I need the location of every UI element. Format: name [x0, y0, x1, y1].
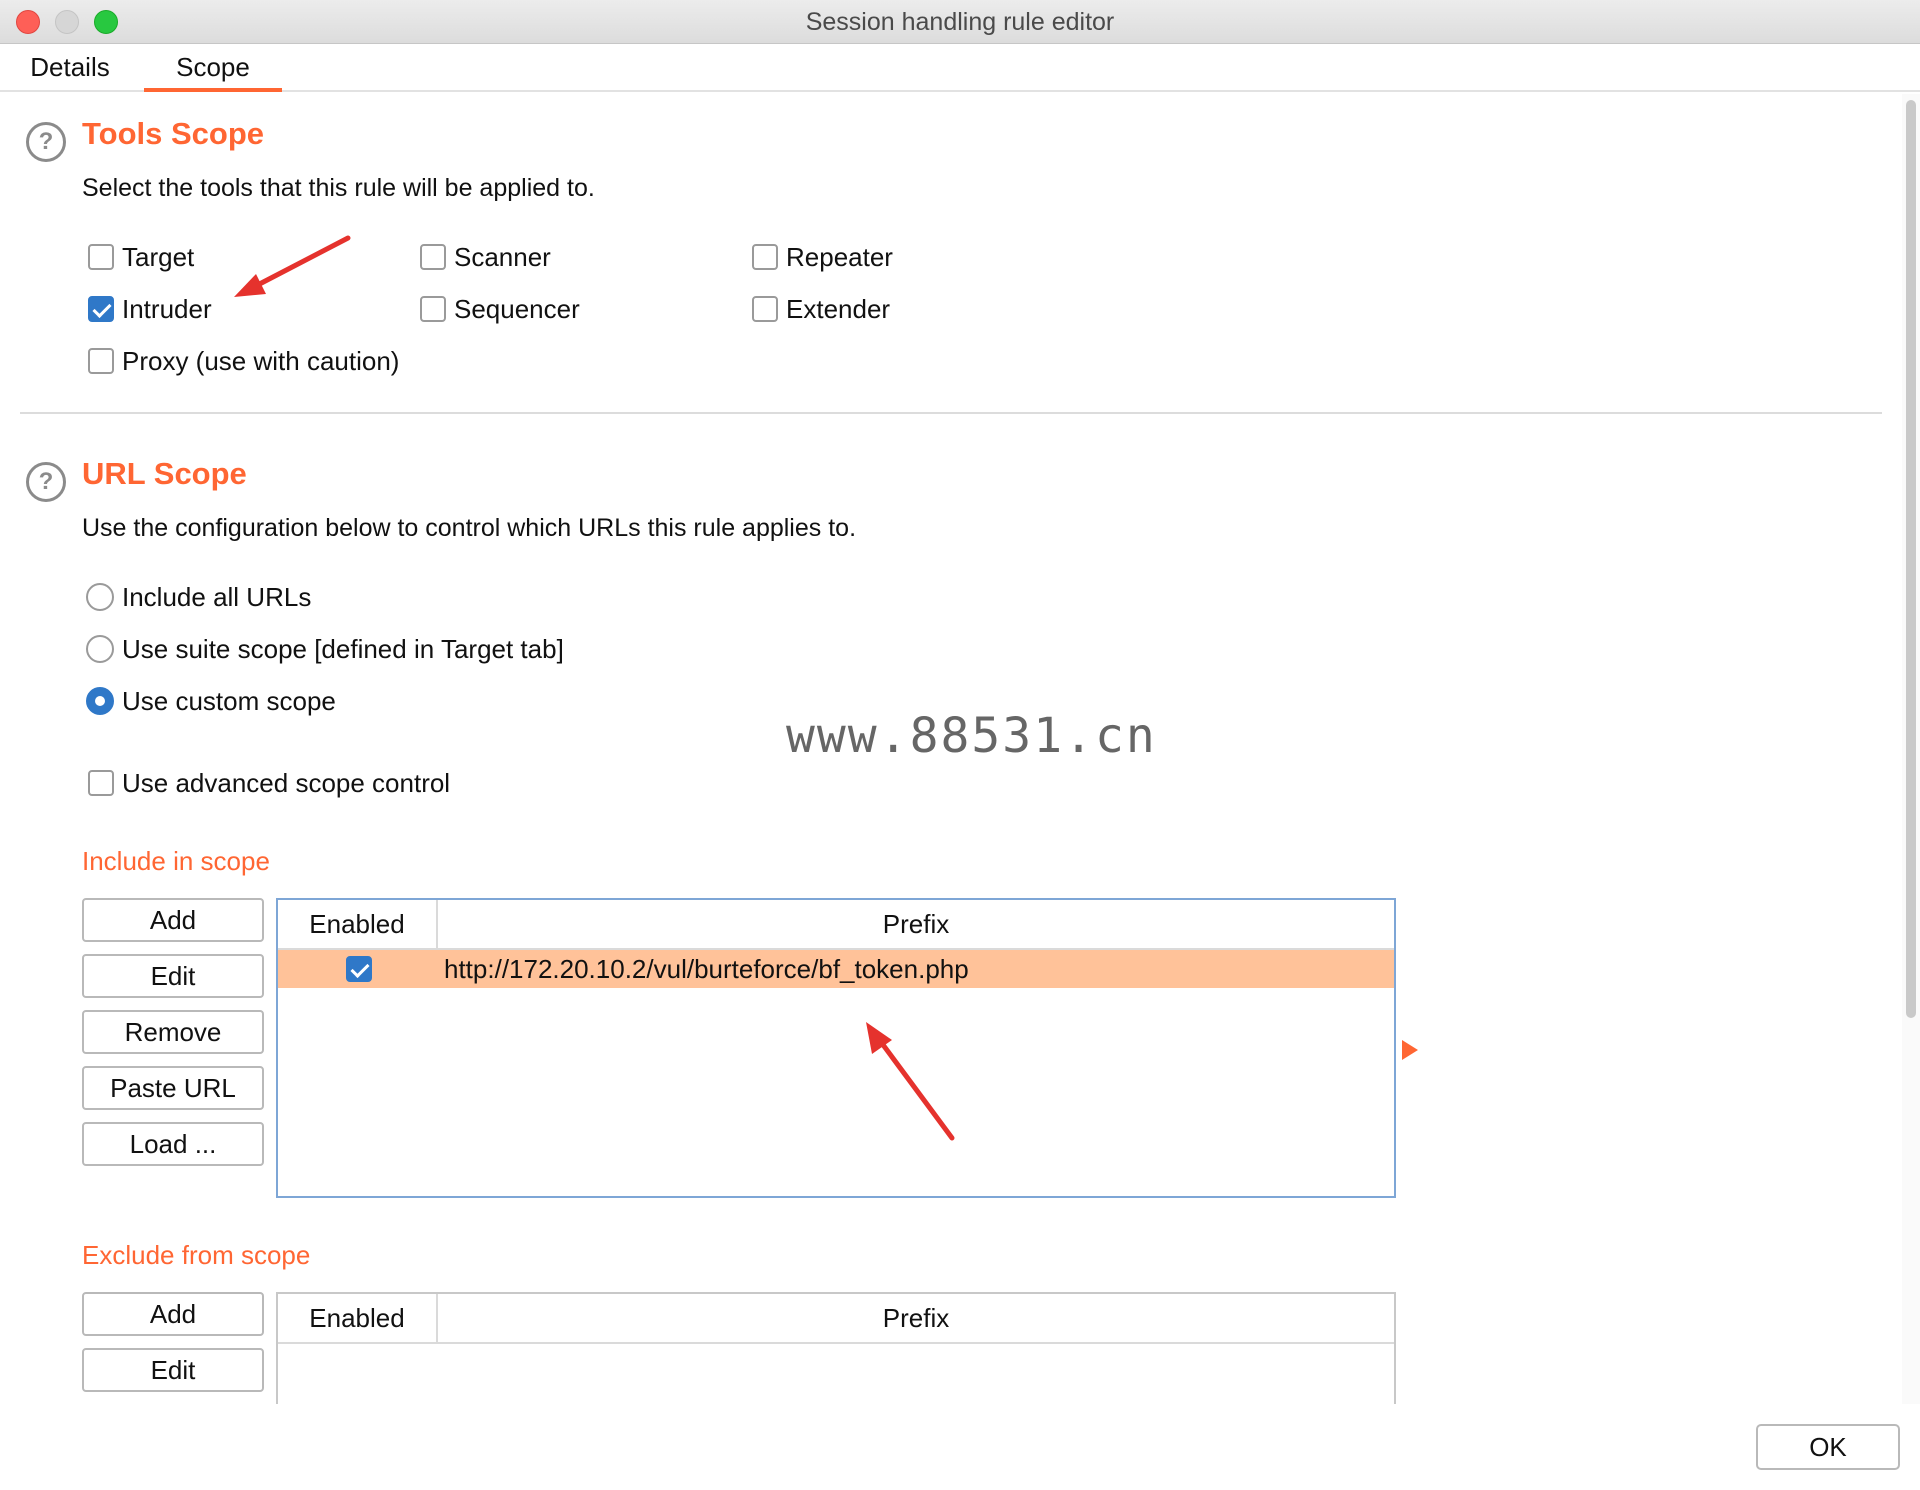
exclude-edit-button[interactable]: Edit	[82, 1348, 264, 1392]
tab-scope[interactable]: Scope	[144, 44, 282, 92]
tool-extender-label: Extender	[786, 293, 891, 324]
tool-target-label: Target	[122, 241, 195, 272]
column-header-prefix[interactable]: Prefix	[438, 900, 1394, 948]
include-remove-button[interactable]: Remove	[82, 1010, 264, 1054]
radio-selected-icon[interactable]	[86, 687, 114, 715]
checkbox-icon[interactable]	[420, 244, 446, 270]
use-suite-scope-label: Use suite scope [defined in Target tab]	[122, 633, 564, 664]
use-custom-scope-label: Use custom scope	[122, 685, 336, 716]
radio-icon[interactable]	[86, 635, 114, 663]
ok-button[interactable]: OK	[1756, 1424, 1900, 1470]
advanced-scope-label: Use advanced scope control	[122, 767, 451, 798]
tab-details[interactable]: Details	[20, 44, 120, 92]
include-paste-url-button[interactable]: Paste URL	[82, 1066, 264, 1110]
checkbox-icon[interactable]	[752, 296, 778, 322]
tool-repeater-label: Repeater	[786, 241, 893, 272]
use-custom-scope-radio[interactable]: Use custom scope	[86, 684, 336, 718]
row-prefix-text: http://172.20.10.2/vul/burteforce/bf_tok…	[444, 954, 969, 984]
include-edit-button[interactable]: Edit	[82, 954, 264, 998]
radio-icon[interactable]	[86, 583, 114, 611]
include-add-button[interactable]: Add	[82, 898, 264, 942]
tool-sequencer-checkbox[interactable]: Sequencer	[420, 292, 580, 326]
table-row[interactable]: http://172.20.10.2/vul/burteforce/bf_tok…	[278, 950, 1394, 988]
checkbox-icon[interactable]	[88, 348, 114, 374]
tool-repeater-checkbox[interactable]: Repeater	[752, 240, 893, 274]
tool-proxy-checkbox[interactable]: Proxy (use with caution)	[88, 344, 399, 378]
watermark-text: www.88531.cn	[786, 708, 1157, 764]
column-header-enabled[interactable]: Enabled	[278, 1294, 438, 1342]
tool-proxy-label: Proxy (use with caution)	[122, 345, 400, 376]
tool-intruder-checkbox[interactable]: Intruder	[88, 292, 212, 326]
session-rule-editor-window: Session handling rule editor Details Sco…	[0, 0, 1920, 1490]
exclude-add-button[interactable]: Add	[82, 1292, 264, 1336]
tool-target-checkbox[interactable]: Target	[88, 240, 194, 274]
section-divider	[20, 412, 1882, 414]
include-all-urls-label: Include all URLs	[122, 581, 312, 612]
include-scope-table[interactable]: Enabled Prefix http://172.20.10.2/vul/bu…	[276, 898, 1396, 1198]
tool-scanner-checkbox[interactable]: Scanner	[420, 240, 551, 274]
tool-scanner-label: Scanner	[454, 241, 551, 272]
use-suite-scope-radio[interactable]: Use suite scope [defined in Target tab]	[86, 632, 564, 666]
checkbox-icon[interactable]	[88, 244, 114, 270]
title-bar: Session handling rule editor	[0, 0, 1920, 44]
row-enabled-checkbox[interactable]	[346, 956, 372, 982]
window-title: Session handling rule editor	[805, 8, 1115, 36]
exclude-from-scope-heading: Exclude from scope	[82, 1240, 311, 1270]
triangle-right-icon[interactable]	[1402, 1040, 1418, 1060]
tool-extender-checkbox[interactable]: Extender	[752, 292, 890, 326]
include-load-button[interactable]: Load ...	[82, 1122, 264, 1166]
advanced-scope-checkbox[interactable]: Use advanced scope control	[88, 766, 450, 800]
question-circle-icon[interactable]: ?	[26, 462, 66, 502]
arrow-to-intruder-icon	[234, 235, 351, 297]
checkbox-checked-icon[interactable]	[88, 296, 114, 322]
checkbox-icon[interactable]	[752, 244, 778, 270]
tools-scope-description: Select the tools that this rule will be …	[82, 174, 595, 202]
tool-intruder-label: Intruder	[122, 293, 212, 324]
checkbox-icon[interactable]	[88, 770, 114, 796]
include-all-urls-radio[interactable]: Include all URLs	[86, 580, 311, 614]
tools-scope-heading: Tools Scope	[82, 116, 265, 151]
table-header: Enabled Prefix	[278, 900, 1394, 950]
tab-bar: Details Scope	[0, 44, 1920, 92]
include-in-scope-heading: Include in scope	[82, 846, 270, 876]
question-circle-icon[interactable]: ?	[26, 122, 66, 162]
url-scope-heading: URL Scope	[82, 456, 247, 491]
column-header-enabled[interactable]: Enabled	[278, 900, 438, 948]
scrollbar-thumb[interactable]	[1906, 100, 1916, 1018]
table-header: Enabled Prefix	[278, 1294, 1394, 1344]
dialog-footer	[0, 1404, 1920, 1490]
tool-sequencer-label: Sequencer	[454, 293, 580, 324]
column-header-prefix[interactable]: Prefix	[438, 1294, 1394, 1342]
checkbox-icon[interactable]	[420, 296, 446, 322]
url-scope-description: Use the configuration below to control w…	[82, 514, 857, 542]
